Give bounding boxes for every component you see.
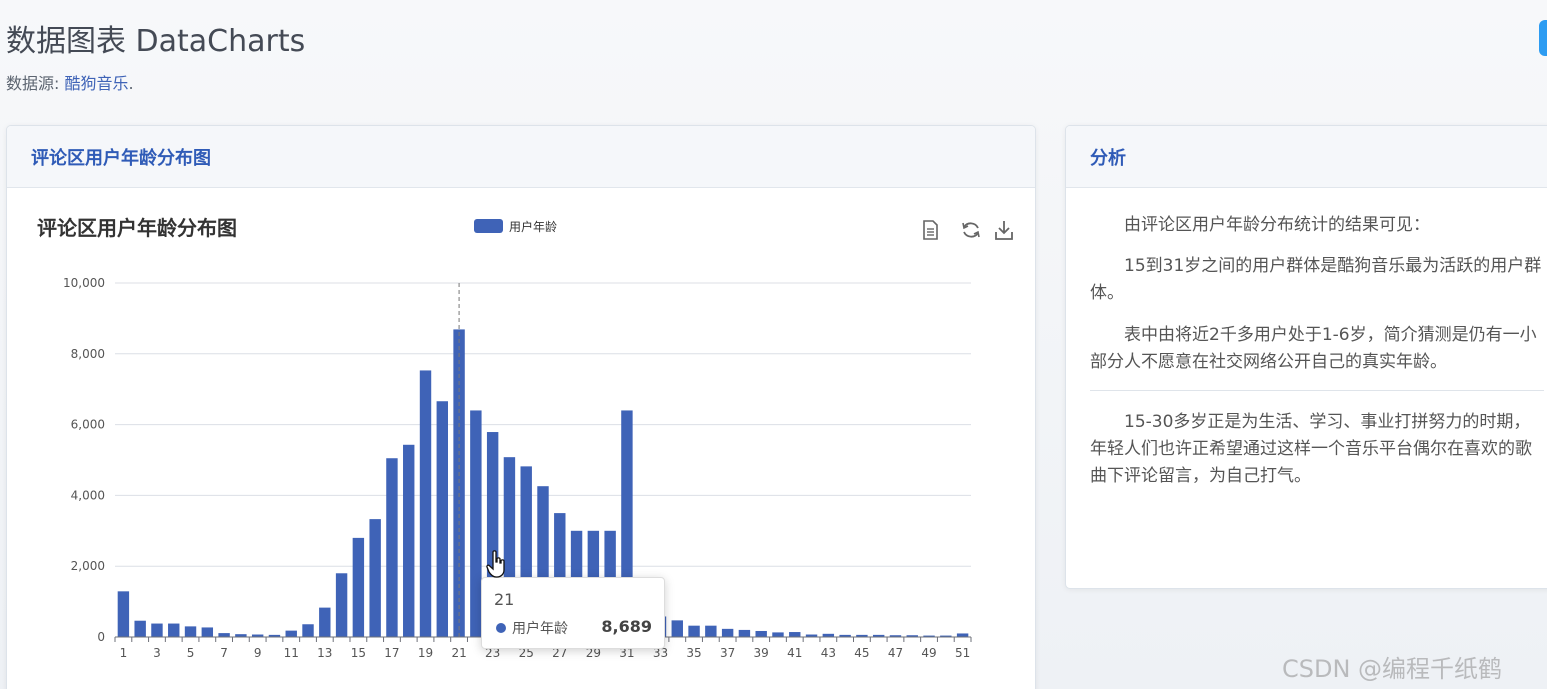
- analysis-paragraph: 由评论区用户年龄分布统计的结果可见：: [1124, 215, 1430, 235]
- bar-age-13[interactable]: [319, 607, 331, 637]
- y-tick-label: 10,000: [63, 276, 105, 290]
- bar-age-19[interactable]: [419, 370, 432, 637]
- x-tick-label: 1: [120, 646, 128, 660]
- x-tick-label: 51: [955, 646, 970, 660]
- chart-card-header: 评论区用户年龄分布图: [7, 126, 1035, 188]
- bar-age-41[interactable]: [789, 632, 801, 637]
- x-tick-label: 11: [284, 646, 299, 660]
- analysis-paragraph: 表中由将近2千多用户处于1-6岁，简介猜测是仍有一小部分人不愿意在社交网络公开自…: [1090, 324, 1537, 372]
- y-tick-label: 2,000: [71, 559, 105, 573]
- chart-legend[interactable]: 用户年龄: [474, 219, 557, 234]
- tooltip-series-marker: [496, 623, 506, 633]
- bar-age-5[interactable]: [184, 626, 197, 637]
- analysis-paragraph: 15到31岁之间的用户群体是酷狗音乐最为活跃的用户群体。: [1090, 256, 1542, 304]
- bar-age-15[interactable]: [352, 537, 365, 637]
- y-tick-label: 6,000: [71, 418, 105, 432]
- watermark: CSDN @编程千纸鹤: [1282, 655, 1503, 683]
- x-tick-label: 47: [888, 646, 903, 660]
- x-tick-label: 35: [686, 646, 701, 660]
- analysis-body: 由评论区用户年龄分布统计的结果可见： 15到31岁之间的用户群体是酷狗音乐最为活…: [1066, 188, 1547, 491]
- x-tick-label: 9: [254, 646, 262, 660]
- download-icon[interactable]: [995, 221, 1013, 240]
- data-source-label: 数据源:: [6, 74, 60, 93]
- data-source-suffix: .: [128, 74, 134, 93]
- data-view-icon[interactable]: [923, 220, 938, 240]
- bar-age-12[interactable]: [302, 624, 314, 637]
- bar-age-16[interactable]: [369, 519, 381, 637]
- tooltip-category: 21: [494, 590, 515, 609]
- chart-title: 评论区用户年龄分布图: [37, 216, 237, 240]
- bar-age-18[interactable]: [403, 444, 415, 637]
- hand-cursor-icon: [486, 550, 505, 578]
- x-tick-label: 43: [821, 646, 836, 660]
- page: 数据图表 DataCharts 数据源: 酷狗音乐. 评论区用户年龄分布图 评论…: [0, 0, 1547, 689]
- x-tick-label: 3: [153, 646, 161, 660]
- bar-age-1[interactable]: [117, 591, 130, 637]
- x-tick-label: 19: [418, 646, 433, 660]
- bar-age-2[interactable]: [134, 620, 146, 637]
- bar-age-3[interactable]: [151, 623, 163, 637]
- page-title: 数据图表 DataCharts: [6, 24, 306, 59]
- x-tick-label: 41: [787, 646, 802, 660]
- y-axis-labels: 0 2,000 4,000 6,000 8,000 10,000: [63, 276, 105, 644]
- x-tick-label: 13: [317, 646, 332, 660]
- legend-swatch: [474, 219, 503, 233]
- bar-age-39[interactable]: [755, 630, 767, 637]
- analysis-divider: [1090, 389, 1544, 391]
- bar-age-38[interactable]: [738, 629, 751, 637]
- bar-age-40[interactable]: [772, 632, 784, 637]
- legend-label: 用户年龄: [509, 219, 557, 234]
- bar-age-14[interactable]: [335, 573, 348, 637]
- bar-age-22[interactable]: [470, 410, 482, 637]
- bar-age-36[interactable]: [705, 625, 717, 637]
- bar-age-4[interactable]: [168, 623, 180, 637]
- analysis-card: 分析 由评论区用户年龄分布统计的结果可见： 15到31岁之间的用户群体是酷狗音乐…: [1065, 125, 1547, 589]
- bar-age-37[interactable]: [721, 628, 734, 637]
- bar-age-7[interactable]: [218, 633, 230, 637]
- bar-age-6[interactable]: [201, 627, 214, 637]
- bar-age-17[interactable]: [386, 458, 398, 637]
- refresh-icon[interactable]: [962, 222, 980, 238]
- y-tick-label: 4,000: [71, 488, 105, 502]
- x-tick-label: 17: [384, 646, 399, 660]
- x-tick-label: 39: [754, 646, 769, 660]
- analysis-paragraph: 15-30多岁正是为生活、学习、事业打拼努力的时期，年轻人们也许正希望通过这样一…: [1090, 411, 1532, 487]
- chart-tooltip: 21 用户年龄 8,689: [481, 577, 665, 649]
- x-tick-label: 45: [854, 646, 869, 660]
- x-tick-label: 5: [187, 646, 195, 660]
- y-tick-label: 0: [97, 630, 105, 644]
- corner-button[interactable]: [1539, 20, 1547, 56]
- x-tick-label: 15: [351, 646, 366, 660]
- x-tick-label: 49: [921, 646, 936, 660]
- bar-age-51[interactable]: [956, 633, 969, 637]
- x-tick-label: 7: [220, 646, 228, 660]
- tooltip-series-name: 用户年龄: [512, 621, 568, 637]
- analysis-card-header: 分析: [1066, 126, 1547, 188]
- data-source-line: 数据源: 酷狗音乐.: [6, 70, 134, 94]
- chart-area: 评论区用户年龄分布图 用户年龄 0 2,000 4,000 6,000 8,00…: [7, 188, 1035, 689]
- x-tick-label: 37: [720, 646, 735, 660]
- y-tick-label: 8,000: [71, 347, 105, 361]
- bar-age-20[interactable]: [436, 401, 449, 637]
- bar-age-11[interactable]: [285, 630, 297, 637]
- data-source-link[interactable]: 酷狗音乐: [65, 74, 129, 93]
- bar-age-35[interactable]: [688, 625, 700, 637]
- chart-card: 评论区用户年龄分布图 评论区用户年龄分布图 用户年龄 0 2,000 4,000…: [6, 125, 1036, 689]
- tooltip-value: 8,689: [601, 617, 652, 636]
- bar-age-34[interactable]: [671, 620, 683, 637]
- x-tick-label: 21: [451, 646, 466, 660]
